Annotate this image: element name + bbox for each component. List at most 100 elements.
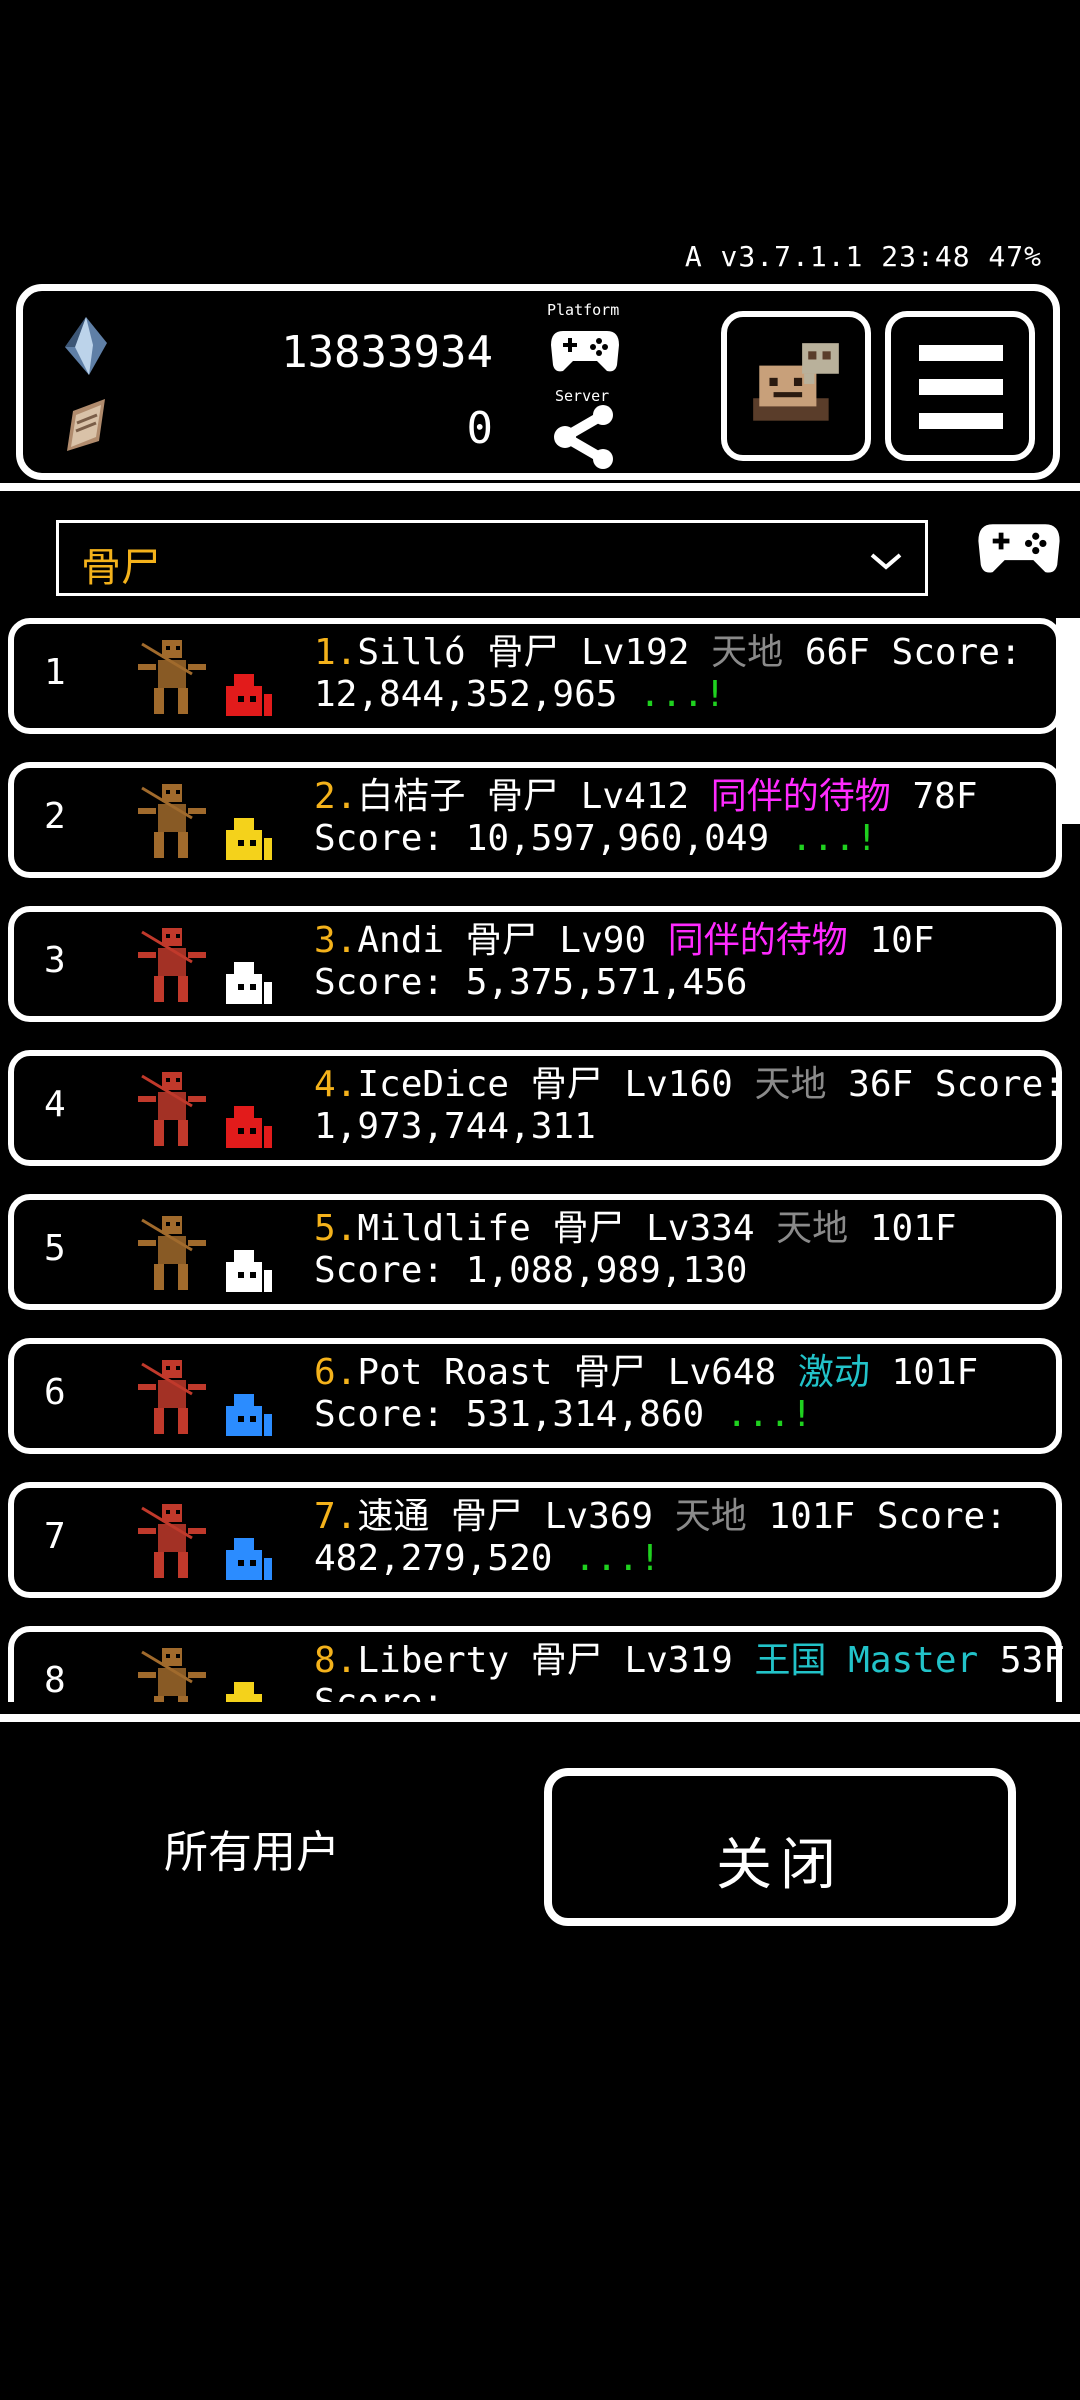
player-name: Liberty — [357, 1640, 531, 1681]
avatar-icon — [753, 343, 839, 421]
guild-tag: 天地 — [674, 1496, 769, 1537]
player-level: Lv319 — [624, 1640, 755, 1681]
top-resource-bar: 13833934 0 Platform Server — [16, 284, 1060, 480]
rank-number: 8 — [44, 1660, 66, 1701]
crystal-count: 13833934 — [281, 327, 493, 378]
rank-label: 1. — [314, 632, 358, 673]
share-icon[interactable] — [551, 403, 617, 469]
rank-label: 4. — [314, 1064, 358, 1105]
chevron-down-icon — [870, 553, 902, 570]
character-sprite-icon — [138, 1360, 206, 1434]
score-label: Score: — [876, 1496, 1007, 1537]
rank-label: 8. — [314, 1640, 358, 1681]
gamepad-icon[interactable] — [549, 325, 621, 375]
score-label: Score: — [934, 1064, 1065, 1105]
character-sprite-icon — [138, 928, 206, 1002]
scrollbar[interactable] — [1056, 618, 1080, 824]
gamepad-icon[interactable] — [976, 514, 1062, 580]
player-level: Lv648 — [667, 1352, 798, 1393]
status-dots: ...! — [574, 1538, 661, 1579]
score-value: 10,597,960,049 — [465, 818, 791, 859]
all-users-toggle[interactable]: 所有用户 — [164, 1816, 340, 1880]
divider — [0, 1714, 1080, 1722]
rank-number: 4 — [44, 1084, 66, 1125]
menu-button[interactable] — [885, 311, 1035, 461]
score-value: 531,314,860 — [465, 1394, 726, 1435]
guild-tag: 天地 — [776, 1208, 870, 1249]
platform-label: Platform — [547, 301, 620, 319]
pet-icon — [226, 674, 272, 716]
pet-icon — [226, 1538, 272, 1580]
player-entry-text: 4.IceDice 骨尸 Lv160 天地 36F Score: 1,973,7… — [314, 1064, 1074, 1148]
character-sprite-icon — [138, 640, 206, 714]
player-class: 骨尸 — [465, 920, 560, 961]
player-name: Mildlife — [357, 1208, 553, 1249]
pet-icon — [226, 1682, 262, 1702]
dropdown-selected-value: 骨尸 — [81, 545, 161, 591]
score-value: 12,844,352,965 — [314, 674, 640, 715]
guild-tag: 激动 — [797, 1352, 892, 1393]
player-class: 骨尸 — [552, 1208, 647, 1249]
character-sprite-icon — [138, 1216, 206, 1290]
rank-label: 5. — [314, 1208, 358, 1249]
player-name: Silló — [357, 632, 488, 673]
ranking-row[interactable]: 4 4.IceDice 骨尸 Lv160 天地 36F Score: 1,973,… — [8, 1050, 1065, 1166]
player-level: Lv369 — [544, 1496, 675, 1537]
ranking-row[interactable]: 3 3.Andi 骨尸 Lv90 同伴的待物 10F Score: 5,375,5… — [8, 906, 1062, 1022]
player-name: 速通 — [357, 1496, 452, 1537]
status-dots: ...! — [639, 674, 726, 715]
character-sprite-icon — [138, 1072, 206, 1146]
status-bar: A v3.7.1.1 23:48 47% — [684, 240, 1042, 273]
pet-icon — [226, 1106, 272, 1148]
player-class: 骨尸 — [530, 1640, 625, 1681]
ranking-row[interactable]: 6 6.Pot Roast 骨尸 Lv648 激动 101F Score: 531… — [8, 1338, 1062, 1454]
crystal-icon — [65, 317, 107, 375]
score-value: 482,279,520 — [314, 1538, 575, 1579]
floor-reached: 10F — [869, 920, 935, 961]
close-button-label: 关闭 — [716, 1833, 844, 1898]
floor-reached: 78F — [912, 776, 978, 817]
player-entry-text: 7.速通 骨尸 Lv369 天地 101F Score: 482,279,520… — [314, 1496, 1074, 1580]
rank-label: 3. — [314, 920, 358, 961]
scroll-count: 0 — [466, 403, 494, 454]
ranking-row[interactable]: 2 2.白桔子 骨尸 Lv412 同伴的待物 78F Score: 10,597,… — [8, 762, 1062, 878]
score-value: 1,088,989,130 — [465, 1250, 748, 1291]
player-entry-text: 8.Liberty 骨尸 Lv319 王国 Master 53F Score: — [314, 1640, 1074, 1702]
floor-reached: 101F — [891, 1352, 979, 1393]
player-name: 白桔子 — [357, 776, 488, 817]
floor-reached: 53F — [999, 1640, 1065, 1681]
guild-tag: 天地 — [754, 1064, 849, 1105]
player-class: 骨尸 — [451, 1496, 545, 1537]
ranking-row[interactable]: 1 1.Silló 骨尸 Lv192 天地 66F Score: 12,844,3… — [8, 618, 1062, 734]
ranking-list[interactable]: 1 1.Silló 骨尸 Lv192 天地 66F Score: 12,844,3… — [0, 618, 1080, 1702]
guild-tag: 王国 Master — [754, 1640, 1000, 1681]
player-entry-text: 6.Pot Roast 骨尸 Lv648 激动 101F Score: 531,… — [314, 1352, 1074, 1436]
pet-icon — [226, 962, 272, 1004]
score-value: 5,375,571,456 — [465, 962, 748, 1003]
score-label: Score: — [314, 818, 466, 859]
rank-number: 7 — [44, 1516, 66, 1557]
ranking-row[interactable]: 7 7.速通 骨尸 Lv369 天地 101F Score: 482,279,52… — [8, 1482, 1062, 1598]
ranking-row[interactable]: 5 5.Mildlife 骨尸 Lv334 天地 101F Score: 1,08… — [8, 1194, 1062, 1310]
close-button[interactable]: 关闭 — [544, 1768, 1016, 1926]
score-label: Score: — [314, 1394, 466, 1435]
rank-number: 1 — [44, 652, 66, 693]
player-level: Lv334 — [646, 1208, 777, 1249]
character-sprite-icon — [138, 784, 206, 858]
status-dots: ...! — [725, 1394, 813, 1435]
player-entry-text: 3.Andi 骨尸 Lv90 同伴的待物 10F Score: 5,375,57… — [314, 920, 1074, 1004]
rank-number: 6 — [44, 1372, 66, 1413]
floor-reached: 101F — [869, 1208, 957, 1249]
rank-number: 5 — [44, 1228, 66, 1269]
player-class: 骨尸 — [487, 632, 582, 673]
floor-reached: 36F — [848, 1064, 935, 1105]
score-label: Score: — [314, 1250, 466, 1291]
class-filter-dropdown[interactable]: 骨尸 — [56, 520, 928, 596]
ranking-row[interactable]: 8 8.Liberty 骨尸 Lv319 王国 Master 53F Score: — [8, 1626, 1065, 1702]
avatar-button[interactable] — [721, 311, 871, 461]
rank-label: 6. — [314, 1352, 358, 1393]
rank-label: 2. — [314, 776, 358, 817]
score-label: Score: — [314, 962, 466, 1003]
guild-tag: 同伴的待物 — [710, 776, 913, 817]
player-entry-text: 1.Silló 骨尸 Lv192 天地 66F Score: 12,844,35… — [314, 632, 1074, 716]
